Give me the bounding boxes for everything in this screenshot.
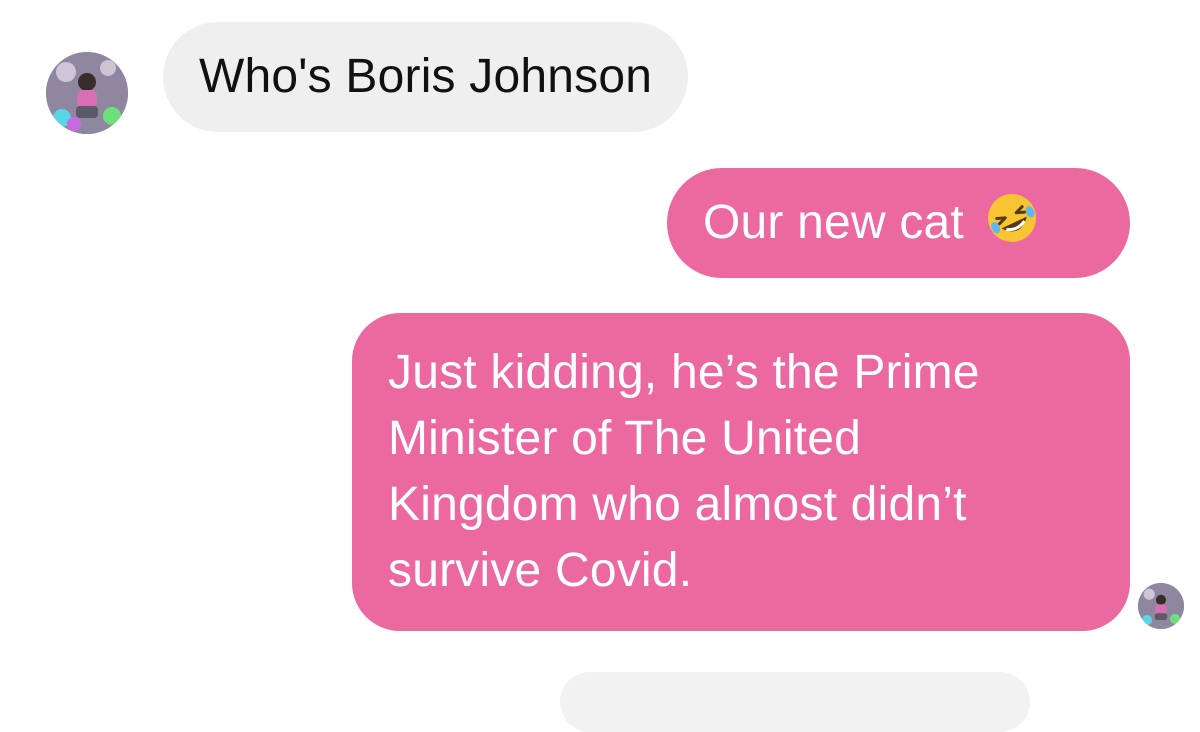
message-text-line: Minister of The United (388, 412, 862, 465)
message-text: Who's Boris Johnson (199, 50, 653, 103)
read-receipt-avatar (1138, 583, 1184, 629)
avatar-photo-icon (46, 52, 128, 134)
message-text-line: survive Covid. (388, 544, 693, 597)
message-bubble-incoming[interactable]: Who's Boris Johnson (163, 22, 689, 132)
message-bubble-partial[interactable] (560, 672, 1030, 732)
message-text-line: Kingdom who almost didn’t (388, 478, 967, 531)
message-bubble-outgoing[interactable]: Our new cat (667, 168, 1130, 278)
avatar-photo-icon (1138, 583, 1184, 629)
contact-avatar[interactable] (46, 52, 128, 134)
message-bubble-outgoing[interactable]: Just kidding, he’s the Prime Minister of… (352, 313, 1130, 631)
message-text-line: Just kidding, he’s the Prime (388, 346, 980, 399)
rolling-on-floor-laughing-emoji-icon (984, 190, 1040, 246)
message-text: Our new cat (703, 196, 964, 249)
